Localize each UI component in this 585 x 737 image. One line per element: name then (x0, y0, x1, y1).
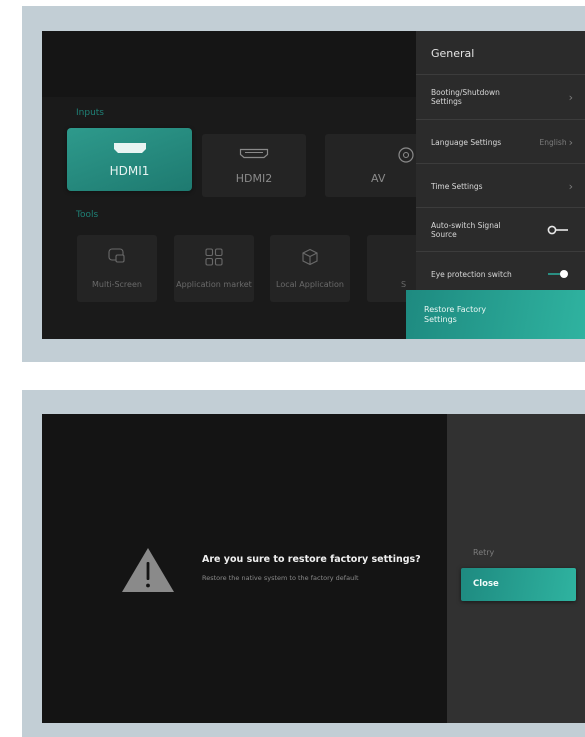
input-tile-label: HDMI1 (109, 164, 150, 178)
close-button[interactable]: Close (461, 568, 576, 601)
input-tile-av[interactable]: AV (325, 134, 425, 197)
settings-item-auto-switch-signal[interactable]: Auto-switch Signal Source (416, 207, 585, 252)
settings-item-label: Auto-switch Signal Source (431, 221, 501, 239)
settings-item-time[interactable]: Time Settings › (416, 163, 585, 208)
settings-item-label: Language Settings (431, 137, 502, 147)
toggle-switch-off[interactable] (547, 208, 569, 252)
language-value: English (539, 137, 567, 147)
settings-item-label: Restore Factory Settings (424, 305, 487, 324)
tool-tile-label: Application market (176, 280, 252, 289)
restore-confirm-screen: Are you sure to restore factory settings… (42, 414, 585, 723)
settings-item-booting-shutdown[interactable]: Booting/Shutdown Settings › (416, 74, 585, 119)
settings-item-label: Booting/Shutdown Settings (431, 88, 500, 106)
dialog-subtitle: Restore the native system to the factory… (202, 574, 359, 582)
inputs-section-label: Inputs (76, 108, 104, 118)
hdmi-icon (202, 148, 306, 159)
cube-icon (270, 248, 350, 266)
app-grid-icon (174, 248, 254, 266)
multi-screen-icon (77, 248, 157, 264)
top-screenshot-frame: Inputs HDMI1 HDMI2 AV Tools Multi-Screen (22, 6, 585, 362)
dialog-action-panel: Retry Close (447, 414, 585, 723)
bottom-screenshot-frame: Are you sure to restore factory settings… (22, 390, 585, 737)
tool-tile-label: Multi-Screen (92, 280, 142, 289)
tool-tile-application-market[interactable]: Application market (174, 235, 254, 302)
chevron-right-icon: › (568, 90, 573, 104)
retry-option[interactable]: Retry (473, 548, 494, 557)
chevron-right-icon: › (568, 135, 573, 149)
input-tile-hdmi1[interactable]: HDMI1 (67, 128, 192, 191)
settings-item-language[interactable]: Language Settings English › (416, 119, 585, 164)
tv-home-screen: Inputs HDMI1 HDMI2 AV Tools Multi-Screen (42, 31, 585, 339)
dialog-title: Are you sure to restore factory settings… (202, 554, 421, 565)
av-icon (325, 146, 425, 164)
hdmi-icon (67, 142, 192, 154)
settings-title: General (431, 47, 475, 60)
tool-tile-local-application[interactable]: Local Application (270, 235, 350, 302)
settings-item-label: Time Settings (431, 181, 483, 191)
tool-tile-multi-screen[interactable]: Multi-Screen (77, 235, 157, 302)
close-button-label: Close (473, 579, 499, 589)
tools-section-label: Tools (76, 210, 99, 220)
input-tile-label: HDMI2 (235, 172, 273, 185)
chevron-right-icon: › (568, 179, 573, 193)
warning-icon (120, 546, 176, 598)
settings-item-restore-factory[interactable]: Restore Factory Settings (406, 290, 585, 339)
general-settings-panel: General Booting/Shutdown Settings › Lang… (406, 31, 585, 339)
input-tile-hdmi2[interactable]: HDMI2 (202, 134, 306, 197)
tool-tile-label: Local Application (276, 280, 344, 289)
